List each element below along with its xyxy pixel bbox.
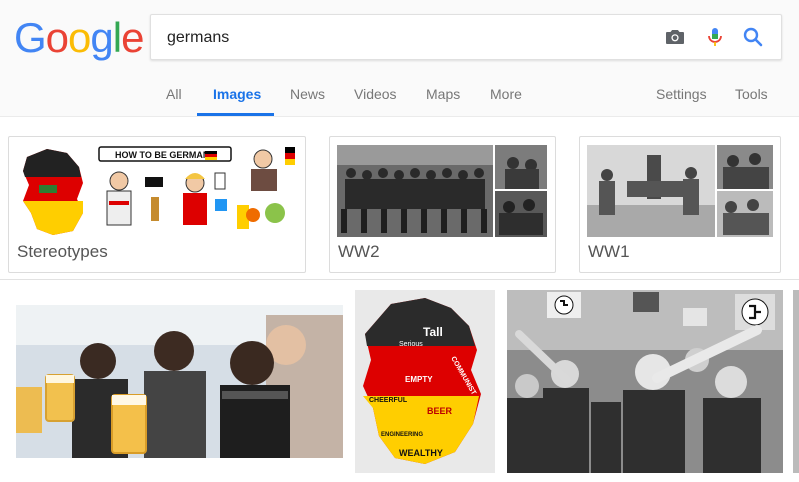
logo-letter: o bbox=[68, 14, 91, 61]
camera-icon[interactable] bbox=[663, 25, 687, 49]
related-search-ww1[interactable]: WW1 bbox=[579, 136, 781, 273]
related-search-stereotypes[interactable]: HOW TO BE GERMAN Stereotypes bbox=[8, 136, 306, 273]
logo-letter: l bbox=[112, 14, 122, 61]
map-word: Serious bbox=[399, 341, 423, 348]
tab-all[interactable]: All bbox=[166, 86, 182, 102]
logo-letter: e bbox=[121, 14, 144, 61]
collage-banner-text: HOW TO BE GERMAN bbox=[115, 150, 209, 160]
image-result[interactable] bbox=[16, 305, 343, 458]
header: Google All Images News Videos Maps More … bbox=[0, 0, 799, 117]
tab-maps[interactable]: Maps bbox=[426, 86, 460, 102]
tab-bar: All Images News Videos Maps More Setting… bbox=[0, 80, 799, 116]
logo-letter: G bbox=[14, 14, 47, 61]
map-word: CHEERFUL bbox=[369, 397, 408, 404]
map-word: ENGINEERING bbox=[381, 432, 423, 438]
ww1-collage-image bbox=[587, 145, 773, 237]
stereotype-map-image: Tall Serious EMPTY COMMUNIST CHEERFUL BE… bbox=[355, 290, 495, 473]
beer-group-photo bbox=[16, 305, 343, 458]
chip-label: WW2 bbox=[338, 242, 380, 261]
image-result[interactable] bbox=[793, 290, 799, 473]
ww2-crowd-photo bbox=[507, 290, 783, 473]
search-box bbox=[150, 14, 782, 61]
tab-tools[interactable]: Tools bbox=[735, 86, 768, 102]
chip-label: Stereotypes bbox=[17, 242, 108, 261]
active-tab-indicator bbox=[197, 113, 274, 116]
image-result[interactable]: Tall Serious EMPTY COMMUNIST CHEERFUL BE… bbox=[355, 290, 495, 473]
image-result[interactable] bbox=[507, 290, 783, 473]
map-word: BEER bbox=[427, 406, 453, 416]
google-logo[interactable]: Google bbox=[14, 14, 144, 62]
tab-videos[interactable]: Videos bbox=[354, 86, 397, 102]
tab-more[interactable]: More bbox=[490, 86, 522, 102]
map-word: EMPTY bbox=[405, 375, 433, 384]
chip-label: WW1 bbox=[588, 242, 630, 261]
tab-images[interactable]: Images bbox=[213, 86, 261, 102]
microphone-icon[interactable] bbox=[703, 25, 727, 49]
map-word: WEALTHY bbox=[399, 448, 443, 458]
map-word: Tall bbox=[423, 325, 443, 339]
tab-news[interactable]: News bbox=[290, 86, 325, 102]
logo-letter: g bbox=[90, 14, 113, 61]
search-icon[interactable] bbox=[741, 25, 765, 49]
related-search-ww2[interactable]: WW2 bbox=[329, 136, 556, 273]
divider bbox=[0, 279, 799, 280]
ww2-collage-image bbox=[337, 145, 547, 237]
search-input[interactable] bbox=[165, 15, 639, 61]
tab-settings[interactable]: Settings bbox=[656, 86, 707, 102]
logo-letter: o bbox=[45, 14, 69, 61]
stereotypes-collage-image: HOW TO BE GERMAN bbox=[23, 146, 295, 235]
